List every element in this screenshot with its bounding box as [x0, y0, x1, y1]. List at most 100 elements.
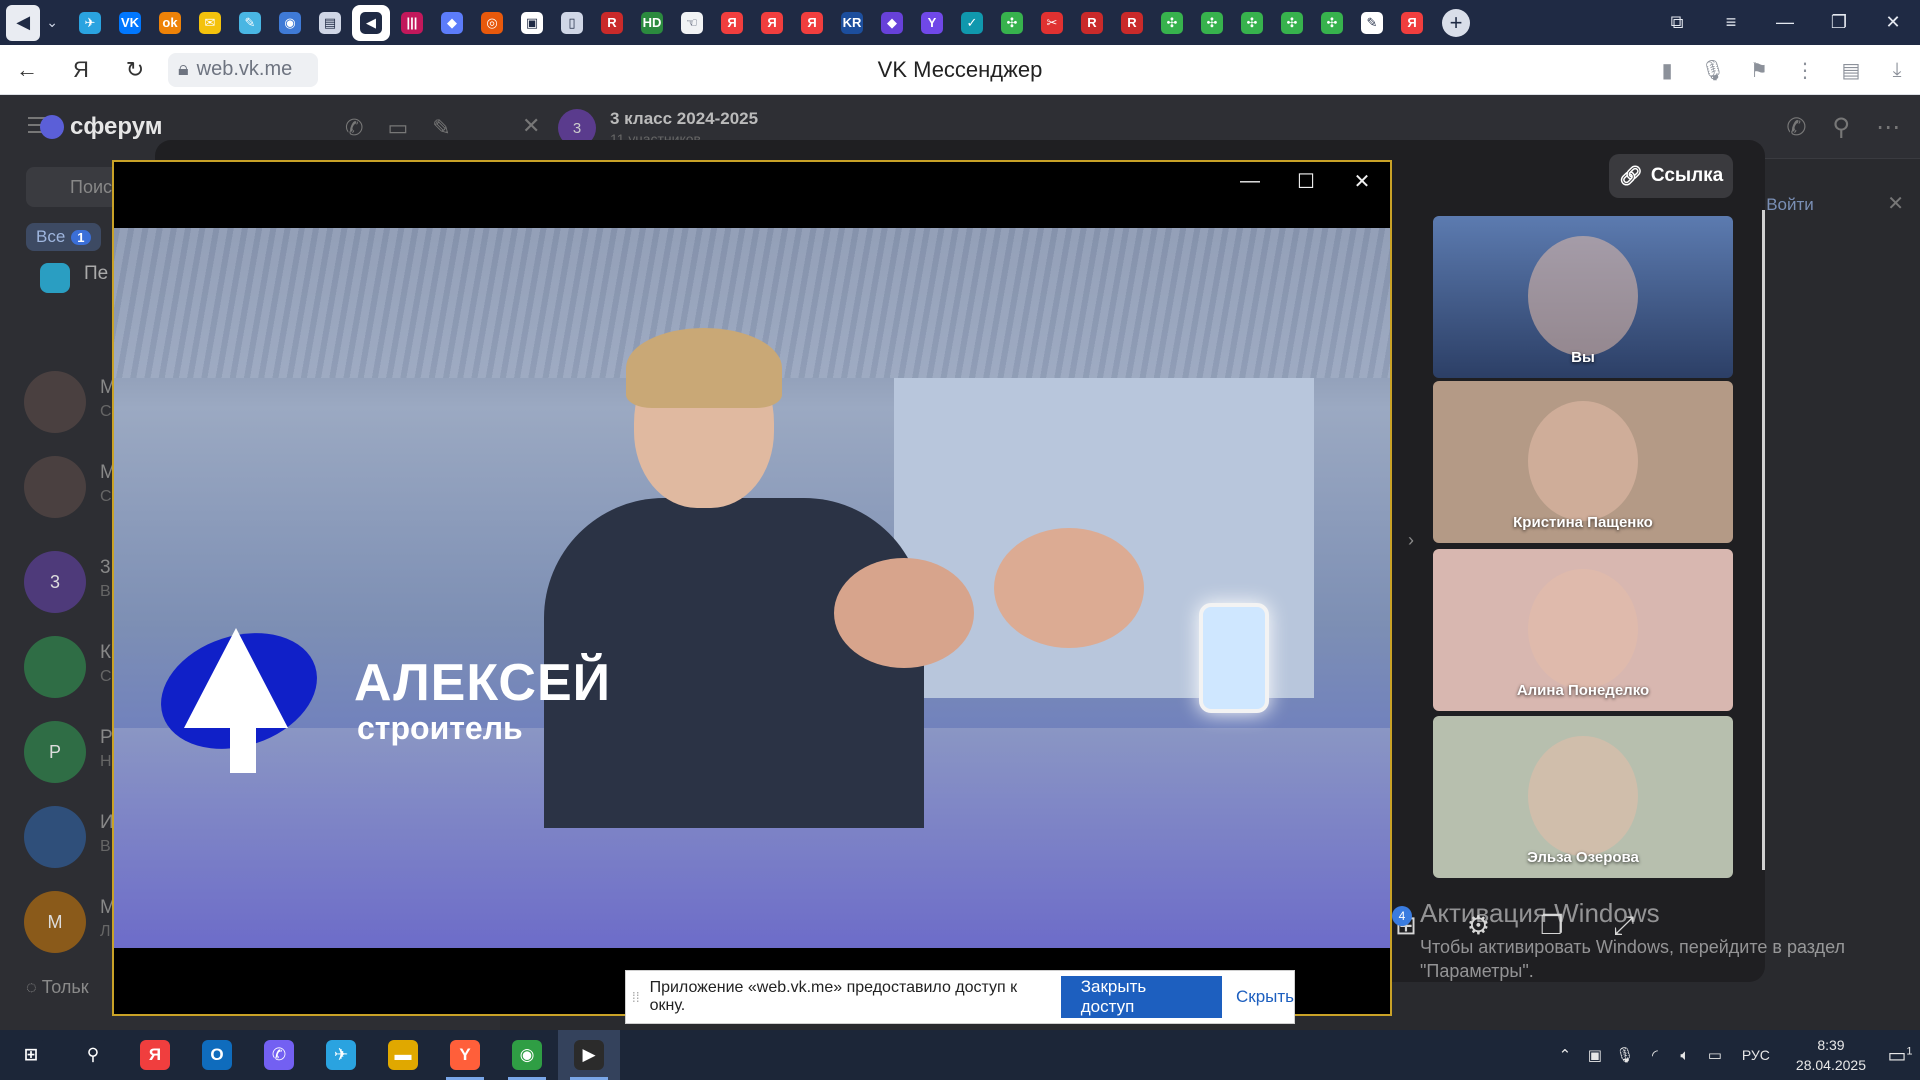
tab-manager-icon[interactable]: ⧉ [1650, 12, 1704, 33]
pinned-tab[interactable]: Я [792, 0, 832, 45]
tab-mode-switch[interactable]: ◀ ⌄ [6, 4, 58, 41]
pinned-tab[interactable]: ◆ [432, 0, 472, 45]
pinned-tab[interactable]: ◎ [472, 0, 512, 45]
pinned-tab[interactable]: ✓ [952, 0, 992, 45]
taskbar-app[interactable]: ✈ [310, 1030, 372, 1080]
new-tab-button[interactable]: + [1442, 8, 1470, 37]
taskbar-app[interactable]: ▶ [558, 1030, 620, 1080]
pinned-tab[interactable]: ✎ [230, 0, 270, 45]
close-icon[interactable]: ✕ [1887, 191, 1904, 216]
reload-button[interactable]: ↻ [108, 57, 162, 83]
pinned-tab[interactable]: ✣ [1272, 0, 1312, 45]
pinned-tab[interactable]: ▣ [512, 0, 552, 45]
pinned-tab[interactable]: ✉ [190, 0, 230, 45]
call-add-icon[interactable]: ✆ [345, 115, 363, 141]
pinned-tab[interactable]: ✣ [1232, 0, 1272, 45]
pinned-tab[interactable]: R [1072, 0, 1112, 45]
participant-tile[interactable]: Вы [1433, 216, 1733, 378]
menu-icon[interactable]: ≡ [1704, 12, 1758, 33]
shared-video[interactable]: АЛЕКСЕЙ строитель [114, 228, 1390, 948]
pinned-tab[interactable]: ▤ [310, 0, 350, 45]
clock[interactable]: 8:39 28.04.2025 [1796, 1035, 1866, 1075]
speaker-icon[interactable]: 🔈︎ [1670, 1047, 1700, 1064]
taskbar-app[interactable]: Я [124, 1030, 186, 1080]
close-button[interactable]: ✕ [1866, 12, 1920, 33]
video-popup-window[interactable]: — ☐ ✕ АЛЕКСЕЙ строитель [112, 160, 1392, 1016]
camera-icon[interactable]: ▮ [1644, 58, 1690, 83]
more-icon[interactable]: ⋯ [1876, 113, 1900, 142]
archive-icon[interactable]: ▭ [387, 115, 408, 141]
stop-sharing-button[interactable]: Закрыть доступ [1060, 976, 1222, 1018]
download-icon[interactable]: ⤓ [1874, 59, 1920, 82]
pinned-tab[interactable]: Я [712, 0, 752, 45]
pinned-tab[interactable]: ok [150, 0, 190, 45]
pinned-tab[interactable]: ◆ [872, 0, 912, 45]
pinned-tab[interactable]: ☜ [672, 0, 712, 45]
pinned-tab[interactable]: R [1112, 0, 1152, 45]
pinned-tab[interactable]: R [592, 0, 632, 45]
taskbar-app[interactable]: Y [434, 1030, 496, 1080]
pinned-tab[interactable]: Я [1392, 0, 1432, 45]
minimize-button[interactable]: — [1222, 170, 1278, 193]
pinned-tab[interactable]: Y [912, 0, 952, 45]
collections-icon[interactable]: ▤ [1828, 58, 1874, 83]
pinned-tab[interactable]: ◀ [352, 4, 390, 41]
taskbar-app[interactable]: ⚲ [62, 1030, 124, 1080]
close-icon[interactable]: ✕ [522, 113, 540, 139]
chat-preview: В [100, 583, 111, 600]
close-button[interactable]: ✕ [1334, 169, 1390, 194]
taskbar-app[interactable]: ⊞ [0, 1030, 62, 1080]
pinned-tab[interactable]: Я [752, 0, 792, 45]
chevron-down-icon[interactable]: ⌄ [46, 14, 58, 31]
drag-handle[interactable]: ⁞⁞ [626, 989, 646, 1005]
pinned-tab[interactable]: ✣ [992, 0, 1032, 45]
camera-icon[interactable]: ▣ [1580, 1046, 1610, 1064]
notifications-icon[interactable]: ▭1 [1880, 1043, 1920, 1068]
phone-icon[interactable]: ✆ [1786, 113, 1806, 142]
restore-button[interactable]: ❐ [1812, 12, 1866, 33]
back-button[interactable]: ← [0, 57, 54, 83]
pinned-tab[interactable]: HD [632, 0, 672, 45]
maximize-button[interactable]: ☐ [1278, 169, 1334, 194]
pinned-tab[interactable]: ✂ [1032, 0, 1072, 45]
pinned-tab[interactable]: ✈ [70, 0, 110, 45]
search-icon[interactable]: ⚲ [1832, 113, 1850, 142]
participant-tile[interactable]: Алина Понеделко [1433, 549, 1733, 711]
chevron-right-icon[interactable]: › [1408, 530, 1414, 551]
pinned-tab[interactable]: ✣ [1192, 0, 1232, 45]
yandex-home-icon[interactable]: Я [54, 57, 108, 83]
link-button[interactable]: 🔗︎ Ссылка [1609, 154, 1733, 198]
sidebar-footer[interactable]: ◌ Тольк [26, 977, 89, 998]
pinned-tab[interactable]: KR [832, 0, 872, 45]
pinned-tab[interactable]: VK [110, 0, 150, 45]
taskbar-app[interactable]: ▬ [372, 1030, 434, 1080]
taskbar-app[interactable]: O [186, 1030, 248, 1080]
chat-title: 3 класс 2024-2025 [610, 109, 759, 128]
wifi-icon[interactable]: ◜ [1640, 1046, 1670, 1064]
yandex-icon: Я [721, 11, 743, 34]
pinned-tab[interactable]: ✣ [1152, 0, 1192, 45]
url-field[interactable]: 🔒︎ web.vk.me [168, 52, 318, 87]
taskbar-app[interactable]: ◉ [496, 1030, 558, 1080]
participant-tile[interactable]: Эльза Озерова [1433, 716, 1733, 878]
bookmark-icon[interactable]: ⚑ [1736, 58, 1782, 83]
pinned-tab[interactable]: ✎ [1352, 0, 1392, 45]
pinned-tab[interactable]: ✣ [1312, 0, 1352, 45]
chevron-up-icon[interactable]: ⌃ [1550, 1046, 1580, 1064]
minimize-button[interactable]: — [1758, 12, 1812, 33]
panel-scrollbar[interactable] [1762, 210, 1765, 870]
more-icon[interactable]: ⋮ [1782, 58, 1828, 83]
pinned-tab[interactable]: ▯ [552, 0, 592, 45]
pinned-tab[interactable]: ◉ [270, 0, 310, 45]
participant-tile[interactable]: Кристина Пащенко [1433, 381, 1733, 543]
compose-icon[interactable]: ✎ [432, 115, 450, 141]
chat-preview: С [100, 403, 112, 420]
pinned-tab[interactable]: ||| [392, 0, 432, 45]
microphone-icon[interactable]: 🎙︎ [1610, 1046, 1640, 1064]
taskbar-app[interactable]: ✆ [248, 1030, 310, 1080]
hide-notice-link[interactable]: Скрыть [1236, 987, 1294, 1007]
battery-icon[interactable]: ▭ [1700, 1046, 1730, 1064]
microphone-icon[interactable]: 🎙︎ [1690, 58, 1736, 83]
language-indicator[interactable]: РУС [1742, 1047, 1770, 1063]
odnoklassniki-icon: ok [159, 11, 181, 34]
